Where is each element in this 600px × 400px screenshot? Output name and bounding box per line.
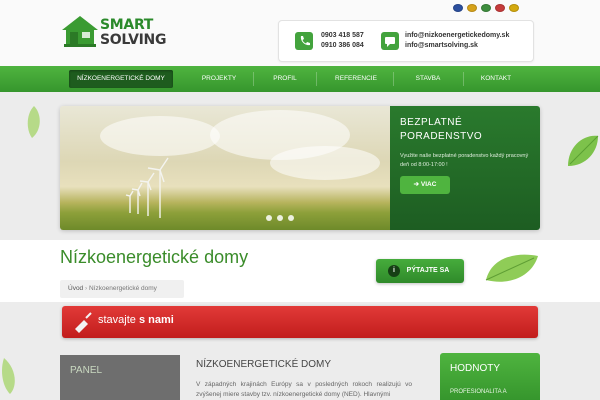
leaf-decoration <box>2 358 15 394</box>
slide-title: BEZPLATNÉ PORADENSTVO <box>400 116 482 144</box>
flag-ru-icon[interactable] <box>495 4 505 12</box>
flag-ro-icon[interactable] <box>509 4 519 12</box>
slider-dot[interactable] <box>266 215 272 221</box>
values-box: HODNOTY PROFESIONALITA A <box>440 353 540 400</box>
stavajte-s-nami-banner[interactable]: stavajte s nami <box>62 306 538 338</box>
flag-de-icon[interactable] <box>467 4 477 12</box>
main-nav: Nízkoenergetické domy Projekty Profil Re… <box>0 66 600 92</box>
info-icon: i <box>388 265 400 277</box>
logo-line2: SOLVING <box>100 32 167 48</box>
language-flags <box>453 4 519 14</box>
panel-box[interactable]: PANEL <box>60 355 180 400</box>
nav-item-kontakt[interactable]: Kontakt <box>468 66 524 92</box>
viac-button[interactable]: ➔ VIAC <box>400 176 450 194</box>
leaf-decoration <box>27 106 40 138</box>
logo-line1: SMART <box>100 17 154 33</box>
leaf-decoration <box>485 254 538 282</box>
banner-text: stavajte s nami <box>98 314 174 326</box>
page-title: Nízkoenergetické domy <box>60 247 249 267</box>
slider-dot[interactable] <box>277 215 283 221</box>
house-logo-icon <box>62 16 98 47</box>
hero-slider: BEZPLATNÉ PORADENSTVO Využite naše bezpl… <box>60 106 540 230</box>
email-link-2[interactable]: info@smartsolving.sk <box>405 41 509 51</box>
wind-turbines-graphic <box>125 157 169 218</box>
breadcrumb: Úvod › Nízkoenergetické domy <box>60 280 184 298</box>
article-text: V západných krajinách Európy sa v posled… <box>196 381 412 398</box>
chat-icon <box>381 32 399 50</box>
slide-caption-panel: BEZPLATNÉ PORADENSTVO Využite naše bezpl… <box>390 106 540 230</box>
breadcrumb-current: Nízkoenergetické domy <box>88 285 157 292</box>
nav-item-stavba[interactable]: Stavba <box>398 66 458 92</box>
nav-divider <box>463 72 464 86</box>
trowel-icon <box>75 312 92 333</box>
phone-number-2[interactable]: 0910 386 084 <box>321 41 364 51</box>
slide-description: Využite naše bezplatné poradenstvo každý… <box>400 153 529 168</box>
nav-divider <box>253 72 254 86</box>
flag-en-icon[interactable] <box>453 4 463 12</box>
arrow-right-icon: ➔ <box>413 181 421 188</box>
phone-number-1[interactable]: 0903 418 587 <box>321 31 364 41</box>
slider-dot[interactable] <box>288 215 294 221</box>
logo-text: SMART SOLVING <box>100 18 166 48</box>
breadcrumb-home[interactable]: Úvod <box>68 285 83 292</box>
article-title: NÍZKOENERGETICKÉ DOMY <box>196 359 332 370</box>
nav-item-projekty[interactable]: Projekty <box>190 66 248 92</box>
slider-dots <box>266 215 294 221</box>
slide-image <box>60 106 390 230</box>
phone-icon <box>295 32 313 50</box>
slide-title-line1: BEZPLATNÉ <box>400 117 463 128</box>
viac-label: VIAC <box>420 181 437 188</box>
email-link-1[interactable]: info@nizkoenergetickedomy.sk <box>405 31 509 41</box>
contact-box: 0903 418 587 0910 386 084 info@nizkoener… <box>278 20 534 62</box>
panel-label: PANEL <box>70 365 103 376</box>
banner-text-bold: s nami <box>138 314 174 326</box>
flag-hu-icon[interactable] <box>481 4 491 12</box>
nav-item-nizkoenergeticke-domy[interactable]: Nízkoenergetické domy <box>69 70 173 88</box>
nav-divider <box>393 72 394 86</box>
slide-title-line2: PORADENSTVO <box>400 131 483 142</box>
nav-divider <box>316 72 317 86</box>
leaf-decoration <box>568 135 599 166</box>
nav-item-profil[interactable]: Profil <box>260 66 310 92</box>
values-item: PROFESIONALITA A <box>450 389 507 395</box>
banner-text-normal: stavajte <box>98 314 139 326</box>
ask-question-button[interactable]: i PÝTAJTE SA <box>376 259 464 283</box>
values-title: HODNOTY <box>450 363 500 374</box>
nav-item-referencie[interactable]: Referencie <box>322 66 390 92</box>
